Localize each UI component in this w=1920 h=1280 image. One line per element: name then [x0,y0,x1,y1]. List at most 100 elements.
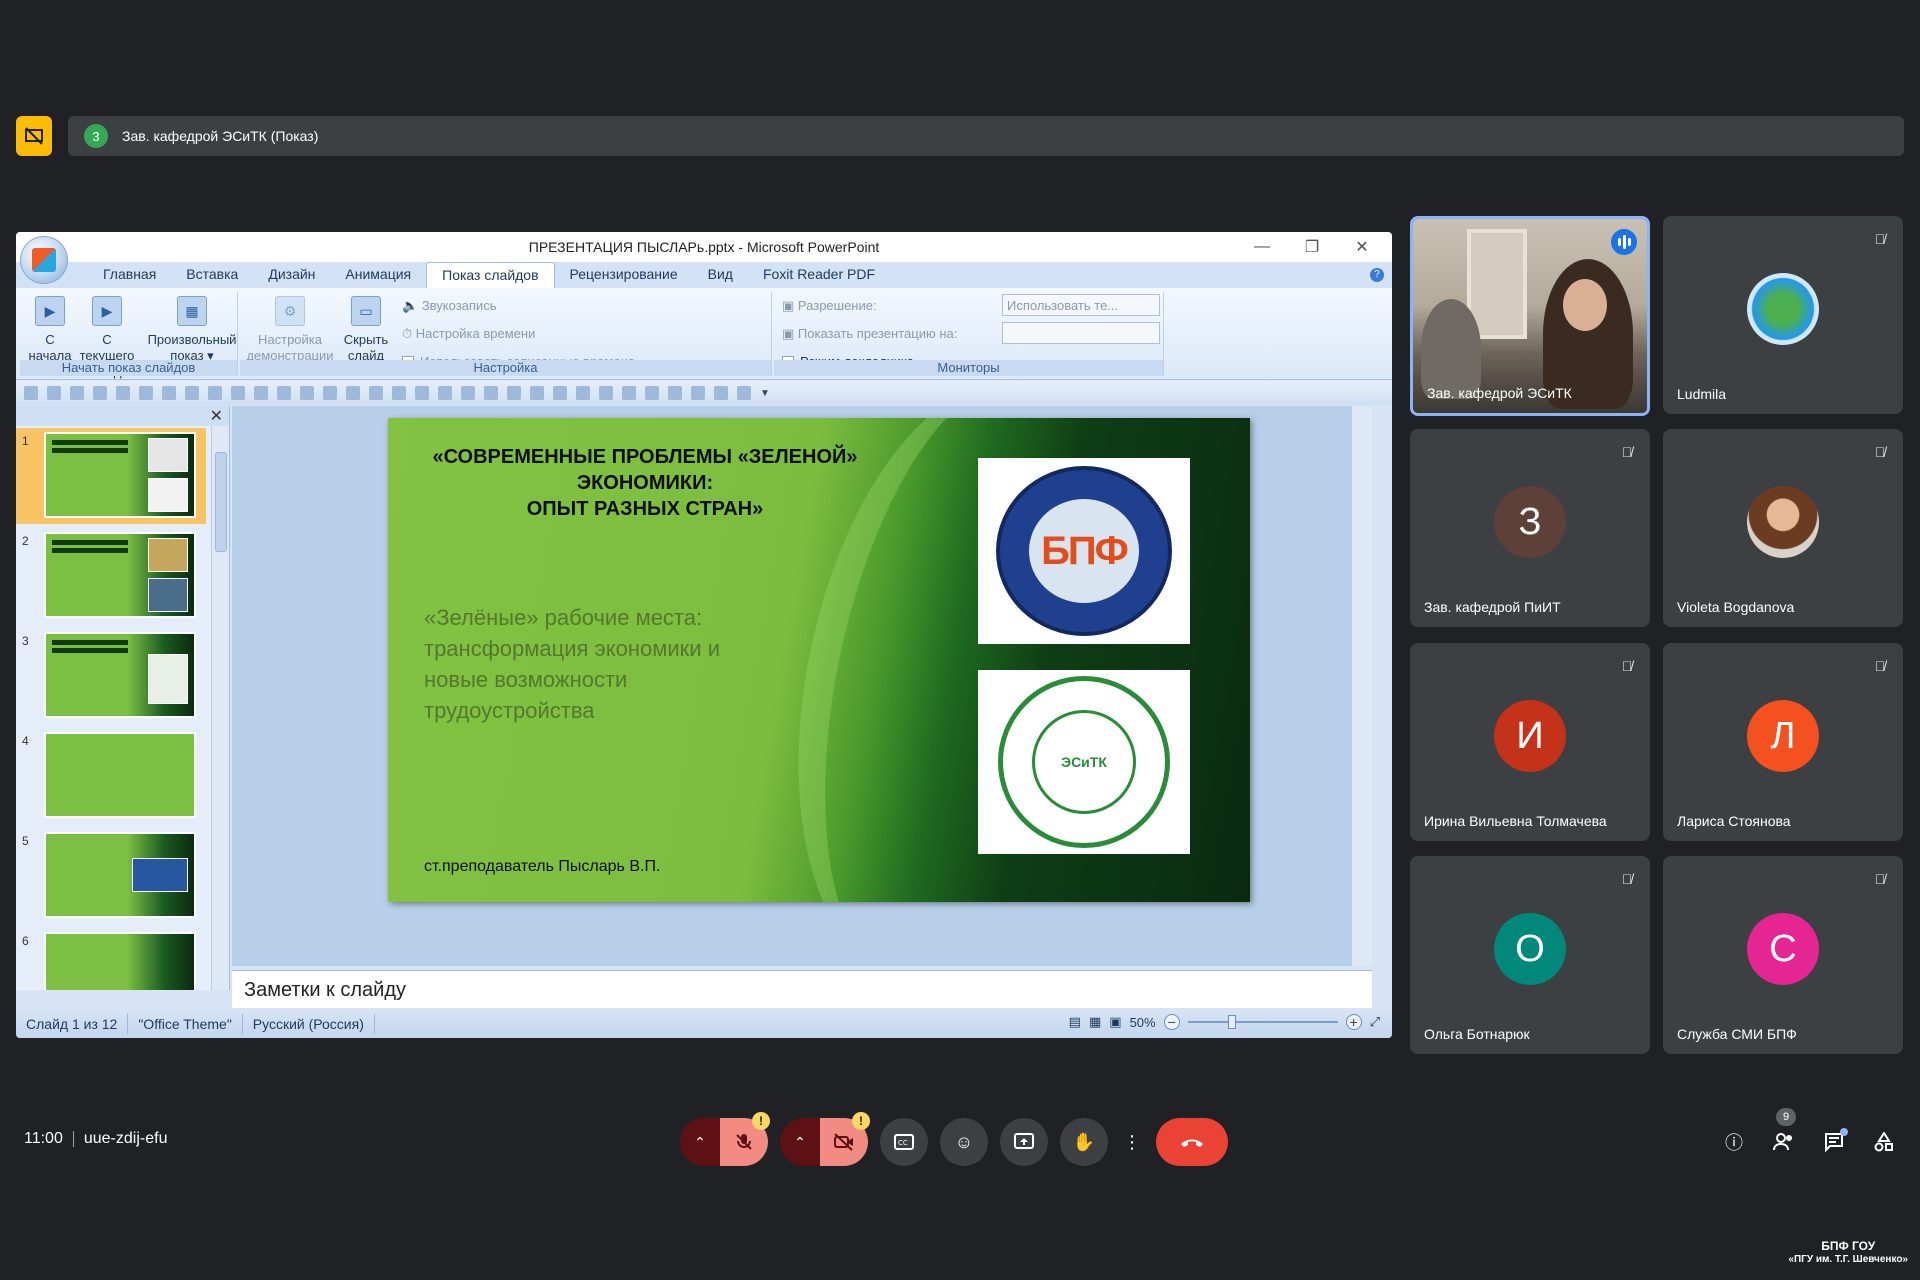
slide-title: «СОВРЕМЕННЫЕ ПРОБЛЕМЫ «ЗЕЛЕНОЙ» ЭКОНОМИК… [432,446,858,520]
participant-tile-violeta[interactable]: 🎙̸ Violeta Bogdanova [1663,429,1903,627]
clipboard-icon[interactable] [668,386,682,400]
slideshow-view-icon[interactable]: ▣ [1109,1014,1121,1030]
video-options-chevron-icon[interactable]: ⌃ [780,1118,820,1166]
tab-insert[interactable]: Вставка [171,262,253,288]
find-icon[interactable] [553,386,567,400]
presenter-pill[interactable]: 3 Зав. кафедрой ЭСиТК (Показ) [68,116,1904,156]
open-icon[interactable] [392,386,406,400]
copy-icon[interactable] [254,386,268,400]
captions-icon[interactable]: CC [880,1118,928,1166]
people-icon[interactable]: 9 [1772,1108,1796,1154]
cut-icon[interactable] [691,386,705,400]
close-pane-icon[interactable]: ✕ [210,406,223,426]
call-end-icon[interactable] [1156,1118,1228,1166]
minimize-icon[interactable]: — [1244,232,1280,262]
zoom-slider[interactable] [1187,1015,1338,1029]
restore-icon[interactable]: ❐ [1294,232,1330,262]
record-narration-option[interactable]: 🔈 Звукозапись [402,298,496,314]
participant-tile-ludmila[interactable]: 🎙̸ Ludmila [1663,216,1903,414]
link-icon[interactable] [507,386,521,400]
audio-options-chevron-icon[interactable]: ⌃ [680,1118,720,1166]
office-button[interactable] [20,236,68,284]
tab-foxit[interactable]: Foxit Reader PDF [748,262,890,288]
participant-tile-smi[interactable]: 🎙̸ С Служба СМИ БПФ [1663,856,1903,1054]
videocam-off-icon[interactable]: ! [820,1112,870,1166]
chat-icon[interactable] [1822,1128,1848,1154]
people-count-badge: 9 [1776,1108,1796,1126]
shapes-icon[interactable] [208,386,222,400]
redo-icon[interactable] [70,386,84,400]
folder-icon[interactable] [645,386,659,400]
resolution-select[interactable]: Использовать те... [1002,294,1160,316]
arrange-icon[interactable] [415,386,429,400]
shared-screen-powerpoint: ПРЕЗЕНТАЦИЯ ПЫСЛАРь.pptx - Microsoft Pow… [16,232,1392,1038]
participant-tile-larisa[interactable]: 🎙̸ Л Лариса Стоянова [1663,643,1903,841]
group-icon[interactable] [369,386,383,400]
slides-pane-scrollbar[interactable] [211,426,229,990]
customize-qat-icon[interactable]: ▼ [760,388,770,399]
participant-tile-piit[interactable]: 🎙̸ З Зав. кафедрой ПиИТ [1410,429,1650,627]
layer-icon[interactable] [461,386,475,400]
spelling-icon[interactable] [139,386,153,400]
from-beginning-button[interactable]: ▶ С начала [26,296,74,364]
slide-thumbnail-2[interactable]: 2 [16,528,206,624]
slide-thumbnail-5[interactable]: 5 [16,828,206,924]
zoom-out-icon[interactable]: − [1163,1014,1180,1030]
setup-show-icon: ⚙ [275,296,305,326]
more-vert-icon[interactable]: ⋮ [1120,1118,1144,1166]
presentation-off-icon[interactable] [16,116,52,156]
slide-thumbnail-6[interactable]: 6 [16,928,206,990]
slide-notes[interactable]: Заметки к слайду [232,970,1372,1008]
screenshot-icon[interactable] [714,386,728,400]
undo-icon[interactable] [47,386,61,400]
misc-icon[interactable] [737,386,751,400]
tab-slideshow[interactable]: Показ слайдов [426,262,555,288]
rotate-icon[interactable] [438,386,452,400]
print-icon[interactable] [93,386,107,400]
help-icon[interactable]: ? [1370,268,1384,282]
table-icon[interactable] [185,386,199,400]
participant-tile-presenter[interactable]: Зав. кафедрой ЭСиТК [1410,216,1650,416]
setup-show-button[interactable]: ⚙ Настройка демонстрации [244,296,336,364]
rehearse-timings-option[interactable]: ⏱ Настройка времени [402,326,535,342]
tab-view[interactable]: Вид [693,262,748,288]
format-icon[interactable] [300,386,314,400]
slide-thumbnail-3[interactable]: 3 [16,628,206,724]
save-icon[interactable] [24,386,38,400]
slide-scrollbar[interactable] [1352,406,1372,966]
crop-icon[interactable] [576,386,590,400]
new-slide-icon[interactable] [599,386,613,400]
activities-icon[interactable] [1872,1130,1896,1154]
custom-show-button[interactable]: ▦ Произвольный показ ▾ [146,296,238,364]
tab-home[interactable]: Главная [88,262,171,288]
picture-icon[interactable] [162,386,176,400]
draw-icon[interactable] [323,386,337,400]
sorter-view-icon[interactable]: ▦ [1089,1014,1101,1030]
fit-window-icon[interactable]: ⤢ [1370,1014,1380,1030]
emoji-icon[interactable]: ☺ [940,1118,988,1166]
close-icon[interactable]: ✕ [1344,232,1380,262]
tab-review[interactable]: Рецензирование [555,262,693,288]
paste-icon[interactable] [277,386,291,400]
participant-tile-irina[interactable]: 🎙̸ И Ирина Вильевна Толмачева [1410,643,1650,841]
tab-design[interactable]: Дизайн [253,262,330,288]
participant-tile-olga[interactable]: 🎙̸ О Ольга Ботнарюк [1410,856,1650,1054]
hide-slide-button[interactable]: ▭ Скрыть слайд [338,296,394,364]
present-screen-icon[interactable] [1000,1118,1048,1166]
preview-icon[interactable] [116,386,130,400]
chart-icon[interactable] [231,386,245,400]
zoom-icon[interactable] [530,386,544,400]
mic-off-icon[interactable]: ! [720,1112,770,1166]
raise-hand-icon[interactable]: ✋ [1060,1118,1108,1166]
info-icon[interactable]: ⓘ [1722,1130,1746,1154]
align-icon[interactable] [346,386,360,400]
normal-view-icon[interactable]: ▤ [1069,1014,1081,1030]
layout-icon[interactable] [622,386,636,400]
slide-thumbnail-1[interactable]: 1 [16,428,206,524]
textbox-icon[interactable] [484,386,498,400]
current-slide[interactable]: «СОВРЕМЕННЫЕ ПРОБЛЕМЫ «ЗЕЛЕНОЙ» ЭКОНОМИК… [388,418,1250,902]
tab-animation[interactable]: Анимация [330,262,426,288]
show-on-select[interactable] [1002,322,1160,344]
slide-thumbnail-4[interactable]: 4 [16,728,206,824]
zoom-in-icon[interactable]: + [1345,1014,1362,1030]
